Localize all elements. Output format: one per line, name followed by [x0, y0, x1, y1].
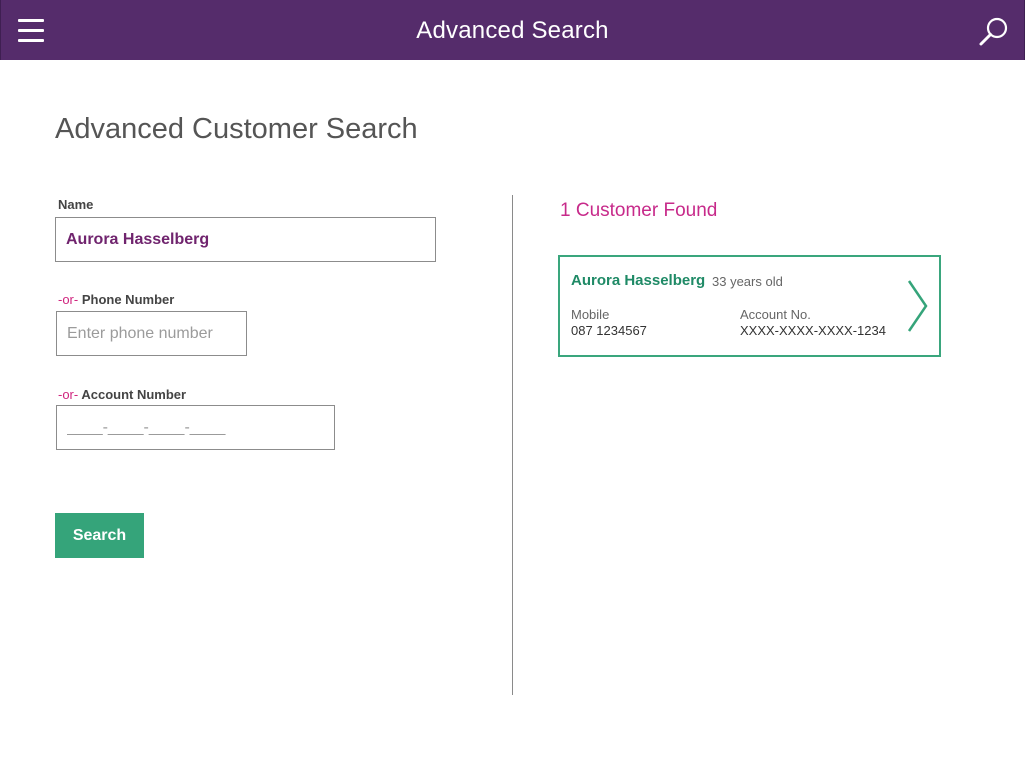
name-input[interactable]: [55, 217, 436, 262]
phone-input[interactable]: [56, 311, 247, 356]
results-count: 1 Customer Found: [560, 200, 718, 221]
search-button[interactable]: Search: [55, 513, 144, 558]
account-label: Account Number: [81, 387, 187, 402]
account-label: Account No.: [740, 307, 811, 322]
name-label: Name: [58, 197, 94, 212]
search-icon[interactable]: [977, 15, 1011, 49]
account-label-row: -or- Account Number: [58, 387, 186, 402]
mobile-label: Mobile: [571, 307, 610, 322]
account-value: XXXX-XXXX-XXXX-1234: [740, 323, 886, 338]
column-divider: [512, 195, 513, 695]
customer-result-card[interactable]: Aurora Hasselberg 33 years old Mobile 08…: [558, 255, 941, 357]
top-bar: Advanced Search: [0, 0, 1025, 60]
phone-label: Phone Number: [81, 292, 175, 307]
customer-age: 33 years old: [712, 274, 783, 289]
account-number-input[interactable]: [56, 405, 335, 450]
page-title: Advanced Customer Search: [55, 113, 418, 145]
customer-name: Aurora Hasselberg: [571, 272, 706, 289]
or-text: -or-: [58, 292, 79, 307]
chevron-right-icon[interactable]: [906, 279, 930, 333]
phone-label-row: -or- Phone Number: [58, 292, 174, 307]
header-title: Advanced Search: [416, 17, 609, 44]
or-text: -or-: [58, 387, 79, 402]
mobile-value: 087 1234567: [571, 323, 647, 338]
